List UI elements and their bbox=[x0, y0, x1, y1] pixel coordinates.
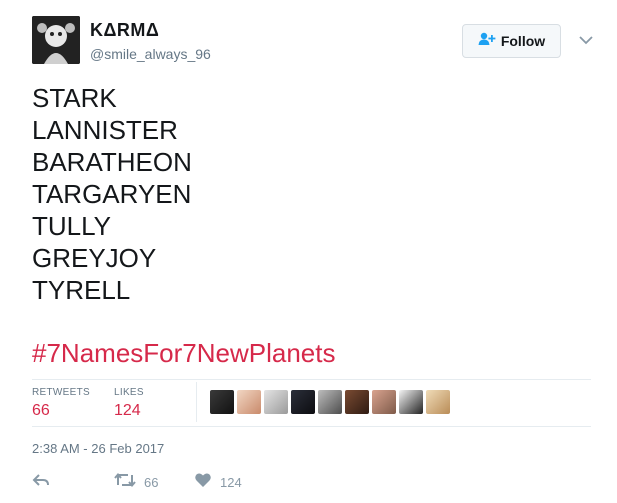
avatar-image bbox=[32, 16, 80, 64]
stats-separator bbox=[196, 382, 197, 422]
liker-avatar[interactable] bbox=[372, 390, 396, 414]
liker-avatar[interactable] bbox=[210, 390, 234, 414]
like-button[interactable]: 124 bbox=[194, 472, 242, 493]
liker-avatar[interactable] bbox=[345, 390, 369, 414]
likers-avatars bbox=[210, 390, 450, 414]
user-handle[interactable]: @smile_always_96 bbox=[90, 46, 211, 62]
heart-icon bbox=[194, 472, 212, 493]
hashtag-link[interactable]: #7NamesFor7NewPlanets bbox=[32, 338, 335, 369]
liker-avatar[interactable] bbox=[399, 390, 423, 414]
tweet-text: STARK LANNISTER BARATHEON TARGARYEN TULL… bbox=[32, 82, 192, 306]
liker-avatar[interactable] bbox=[264, 390, 288, 414]
tweet-line: TYRELL bbox=[32, 275, 131, 305]
likes-count[interactable]: 124 bbox=[114, 402, 141, 420]
timestamp[interactable]: 2:38 AM - 26 Feb 2017 bbox=[32, 441, 164, 456]
divider bbox=[32, 426, 591, 427]
chevron-down-icon[interactable] bbox=[578, 33, 594, 45]
follow-label: Follow bbox=[500, 33, 546, 49]
likes-label: LIKES bbox=[114, 387, 144, 398]
like-action-count: 124 bbox=[220, 475, 242, 490]
display-name[interactable]: KΔRMΔ bbox=[90, 20, 159, 41]
follow-button[interactable]: Follow bbox=[462, 24, 561, 58]
liker-avatar[interactable] bbox=[291, 390, 315, 414]
reply-icon bbox=[32, 472, 50, 493]
retweet-action-count: 66 bbox=[144, 475, 159, 490]
tweet-card: KΔRMΔ @smile_always_96 Follow STARK LANN… bbox=[0, 0, 617, 503]
tweet-line: TARGARYEN bbox=[32, 179, 192, 209]
avatar[interactable] bbox=[32, 16, 80, 64]
liker-avatar[interactable] bbox=[318, 390, 342, 414]
tweet-line: GREYJOY bbox=[32, 243, 157, 273]
tweet-line: TULLY bbox=[32, 211, 111, 241]
retweets-label: RETWEETS bbox=[32, 387, 90, 398]
divider bbox=[32, 379, 591, 380]
liker-avatar[interactable] bbox=[426, 390, 450, 414]
retweet-button[interactable]: 66 bbox=[114, 472, 158, 493]
liker-avatar[interactable] bbox=[237, 390, 261, 414]
tweet-line: STARK bbox=[32, 83, 117, 113]
retweet-icon bbox=[114, 472, 136, 493]
user-plus-icon bbox=[478, 32, 496, 51]
reply-button[interactable] bbox=[32, 472, 50, 493]
tweet-line: BARATHEON bbox=[32, 147, 192, 177]
tweet-line: LANNISTER bbox=[32, 115, 178, 145]
retweets-count[interactable]: 66 bbox=[32, 402, 50, 420]
